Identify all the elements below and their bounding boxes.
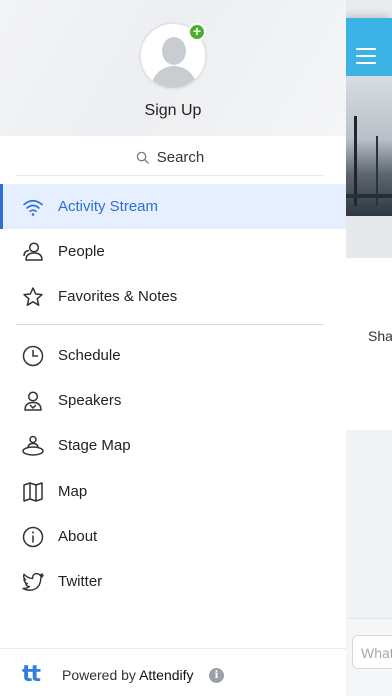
nav-item-activity-stream[interactable]: Activity Stream: [0, 184, 346, 229]
nav-item-map[interactable]: Map: [0, 469, 346, 514]
nav-label: Map: [58, 483, 88, 500]
header-photo: [346, 76, 392, 216]
twitter-icon: [21, 570, 45, 594]
add-profile-icon[interactable]: +: [188, 23, 206, 41]
person-icon: [21, 240, 45, 264]
brand-name: Attendify: [139, 667, 194, 683]
nav-label: Twitter: [58, 573, 103, 590]
info-icon[interactable]: i: [209, 668, 224, 683]
nav-label: Activity Stream: [58, 198, 159, 215]
feed-gap: [346, 216, 392, 258]
map-icon: [21, 480, 45, 504]
nav-item-schedule[interactable]: Schedule: [0, 333, 346, 378]
speaker-person-icon: [21, 389, 45, 413]
nav-item-speakers[interactable]: Speakers: [0, 378, 346, 423]
feed-card[interactable]: Shar: [346, 258, 392, 430]
hamburger-menu-icon[interactable]: [356, 48, 376, 64]
nav-divider: [16, 324, 324, 325]
attendify-logo: tt: [22, 662, 41, 687]
nav-item-twitter[interactable]: Twitter: [0, 559, 346, 604]
powered-by-footer: tt Powered by Attendify i: [0, 648, 346, 696]
nav-label: Stage Map: [58, 437, 131, 454]
star-icon: [21, 285, 45, 309]
nav-label: People: [58, 243, 105, 260]
app-header: [346, 18, 392, 76]
nav-label: Schedule: [58, 347, 121, 364]
search-field[interactable]: Search: [16, 140, 324, 176]
info-icon: [21, 525, 45, 549]
profile-header: + Sign Up: [0, 0, 346, 136]
powered-by-text: Powered by Attendify: [62, 667, 194, 683]
nav-label: Favorites & Notes: [58, 288, 178, 305]
nav-label: Speakers: [58, 392, 122, 409]
nav-item-favorites-notes[interactable]: Favorites & Notes: [0, 274, 346, 319]
navigation-drawer: + Sign Up Search Activity Stream People: [0, 0, 346, 696]
background-app-panel[interactable]: Shar What: [340, 18, 392, 696]
nav-label: About: [58, 528, 98, 545]
wifi-icon: [21, 195, 45, 219]
search-label: Search: [156, 149, 205, 166]
stage-map-icon: [21, 434, 45, 458]
search-icon: [136, 151, 149, 164]
sign-up-link[interactable]: Sign Up: [0, 102, 346, 120]
feed-card-text: Shar: [368, 328, 392, 344]
compose-input[interactable]: What: [352, 635, 392, 669]
clock-icon: [21, 344, 45, 368]
nav-item-stage-map[interactable]: Stage Map: [0, 423, 346, 468]
nav-item-people[interactable]: People: [0, 229, 346, 274]
nav-item-about[interactable]: About: [0, 514, 346, 559]
